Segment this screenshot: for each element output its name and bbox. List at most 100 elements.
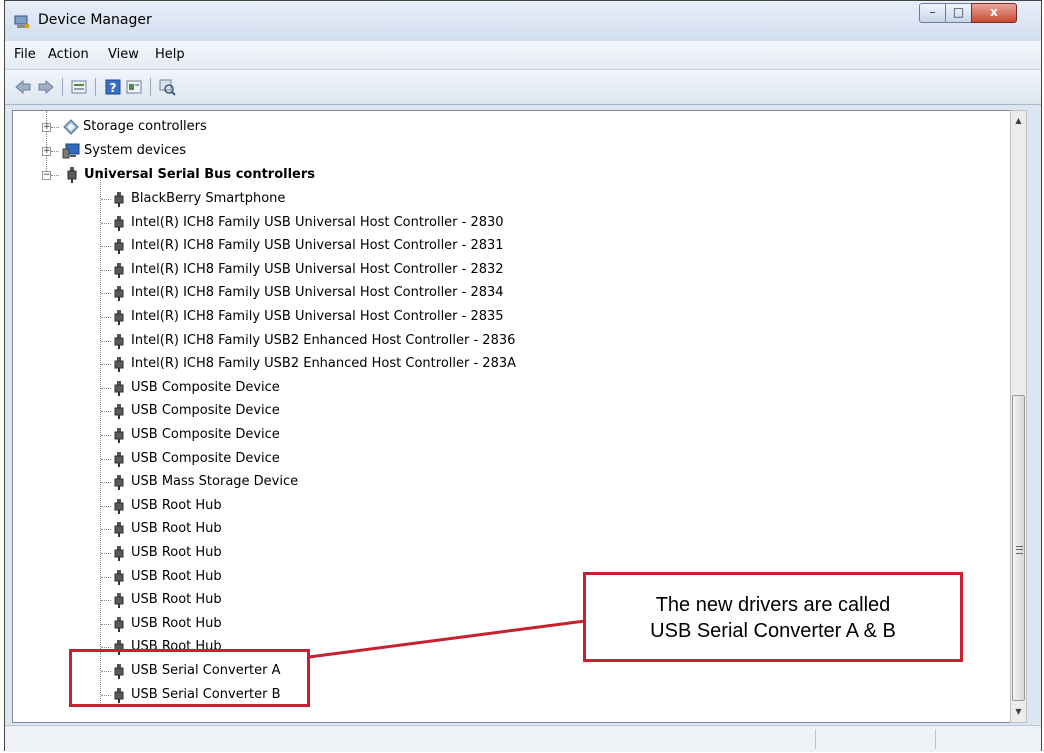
expand-plus-icon[interactable]: +	[42, 147, 51, 156]
tree-connector	[51, 175, 59, 176]
usb-device-item[interactable]: USB Composite Device	[13, 447, 993, 471]
usb-plug-icon	[114, 216, 124, 231]
device-label: USB Composite Device	[131, 427, 280, 442]
category-label: Storage controllers	[83, 119, 207, 134]
maximize-icon: □	[952, 5, 965, 19]
scan-hardware-icon[interactable]	[158, 78, 176, 96]
tree-connector	[51, 151, 59, 152]
menu-help[interactable]: Help	[155, 47, 185, 62]
usb-plug-icon	[114, 570, 124, 585]
usb-device-item[interactable]: Intel(R) ICH8 Family USB2 Enhanced Host …	[13, 329, 993, 353]
tree-connector	[101, 577, 111, 578]
usb-plug-icon	[114, 593, 124, 608]
device-label: Intel(R) ICH8 Family USB2 Enhanced Host …	[131, 356, 516, 371]
device-label: Intel(R) ICH8 Family USB2 Enhanced Host …	[131, 333, 516, 348]
usb-plug-icon	[114, 192, 124, 207]
device-label: USB Root Hub	[131, 616, 222, 631]
tree-connector	[51, 127, 59, 128]
minimize-button[interactable]: –	[919, 3, 946, 23]
tree-connector	[101, 482, 111, 483]
tree-connector	[101, 293, 111, 294]
callout-box: The new drivers are called USB Serial Co…	[583, 572, 963, 662]
svg-text:?: ?	[110, 81, 117, 95]
usb-device-item[interactable]: Intel(R) ICH8 Family USB Universal Host …	[13, 211, 993, 235]
usb-device-item[interactable]: Intel(R) ICH8 Family USB Universal Host …	[13, 234, 993, 258]
device-label: USB Mass Storage Device	[131, 474, 299, 489]
usb-plug-icon	[114, 404, 124, 419]
usb-device-item[interactable]: USB Mass Storage Device	[13, 470, 993, 494]
device-label: Intel(R) ICH8 Family USB Universal Host …	[131, 238, 504, 253]
scroll-down-arrow-icon[interactable]: ▼	[1011, 703, 1026, 720]
tree-connector	[101, 317, 111, 318]
tree-connector	[101, 506, 111, 507]
callout-line-1: The new drivers are called	[655, 594, 891, 616]
usb-plug-icon	[114, 239, 124, 254]
tree-connector	[101, 388, 111, 389]
toolbar-separator	[95, 78, 96, 96]
usb-plug-icon	[114, 452, 124, 467]
usb-device-item[interactable]: USB Composite Device	[13, 376, 993, 400]
view-icon[interactable]	[125, 78, 143, 96]
close-button[interactable]: x	[971, 3, 1017, 23]
scroll-up-arrow-icon[interactable]: ▲	[1011, 112, 1026, 129]
usb-device-item[interactable]: USB Root Hub	[13, 517, 993, 541]
usb-device-item[interactable]: Intel(R) ICH8 Family USB Universal Host …	[13, 281, 993, 305]
tree-connector	[101, 435, 111, 436]
vertical-scrollbar[interactable]: ▲ ▼	[1010, 110, 1027, 723]
usb-plug-icon	[114, 617, 124, 632]
device-label: Intel(R) ICH8 Family USB Universal Host …	[131, 215, 504, 230]
device-label: BlackBerry Smartphone	[131, 191, 286, 206]
help-icon[interactable]: ?	[104, 78, 122, 96]
usb-device-item[interactable]: USB Composite Device	[13, 399, 993, 423]
tree-connector	[101, 600, 111, 601]
tree-connector	[101, 647, 111, 648]
callout-text: The new drivers are called USB Serial Co…	[586, 592, 960, 644]
tree-item-system-devices[interactable]: + System devices	[13, 139, 993, 163]
usb-device-item[interactable]: Intel(R) ICH8 Family USB Universal Host …	[13, 258, 993, 282]
expand-plus-icon[interactable]: +	[42, 123, 51, 132]
usb-device-item[interactable]: BlackBerry Smartphone	[13, 187, 993, 211]
status-divider	[815, 729, 816, 749]
highlight-box	[69, 649, 310, 707]
properties-icon[interactable]	[70, 78, 88, 96]
scrollbar-thumb[interactable]	[1012, 395, 1025, 701]
tree-connector	[101, 199, 111, 200]
back-arrow-icon[interactable]	[14, 78, 32, 96]
category-label: Universal Serial Bus controllers	[84, 167, 316, 182]
tree-connector	[101, 529, 111, 530]
device-label: Intel(R) ICH8 Family USB Universal Host …	[131, 285, 504, 300]
usb-plug-icon	[114, 263, 124, 278]
usb-plug-icon	[114, 522, 124, 537]
grip-icon	[1016, 546, 1023, 554]
tree-connector	[101, 553, 111, 554]
device-label: USB Root Hub	[131, 498, 222, 513]
close-icon: x	[990, 5, 998, 19]
menu-view[interactable]: View	[108, 47, 139, 62]
tree-item-storage-controllers[interactable]: + Storage controllers	[13, 115, 993, 139]
device-label: USB Root Hub	[131, 569, 222, 584]
minimize-icon: –	[929, 5, 936, 19]
usb-plug-icon	[114, 286, 124, 301]
tree-item-usb-controllers[interactable]: − Universal Serial Bus controllers	[13, 163, 993, 187]
tree-connector	[101, 411, 111, 412]
tree-connector	[101, 341, 111, 342]
usb-device-item[interactable]: Intel(R) ICH8 Family USB2 Enhanced Host …	[13, 352, 993, 376]
menu-file[interactable]: File	[14, 47, 36, 62]
usb-plug-icon	[114, 381, 124, 396]
usb-device-item[interactable]: USB Root Hub	[13, 541, 993, 565]
usb-device-item[interactable]: USB Root Hub	[13, 494, 993, 518]
usb-device-item[interactable]: USB Composite Device	[13, 423, 993, 447]
device-label: Intel(R) ICH8 Family USB Universal Host …	[131, 309, 504, 324]
title-bar[interactable]: Device Manager – □ x	[5, 1, 1041, 41]
usb-plug-icon	[114, 475, 124, 490]
window-title: Device Manager	[38, 12, 152, 28]
system-devices-icon	[62, 143, 80, 159]
usb-plug-icon	[67, 167, 77, 183]
device-label: USB Composite Device	[131, 380, 280, 395]
collapse-minus-icon[interactable]: −	[42, 171, 51, 180]
maximize-button[interactable]: □	[945, 3, 972, 23]
toolbar: ?	[5, 70, 1041, 105]
menu-action[interactable]: Action	[48, 47, 89, 62]
usb-device-item[interactable]: Intel(R) ICH8 Family USB Universal Host …	[13, 305, 993, 329]
forward-arrow-icon[interactable]	[37, 78, 55, 96]
